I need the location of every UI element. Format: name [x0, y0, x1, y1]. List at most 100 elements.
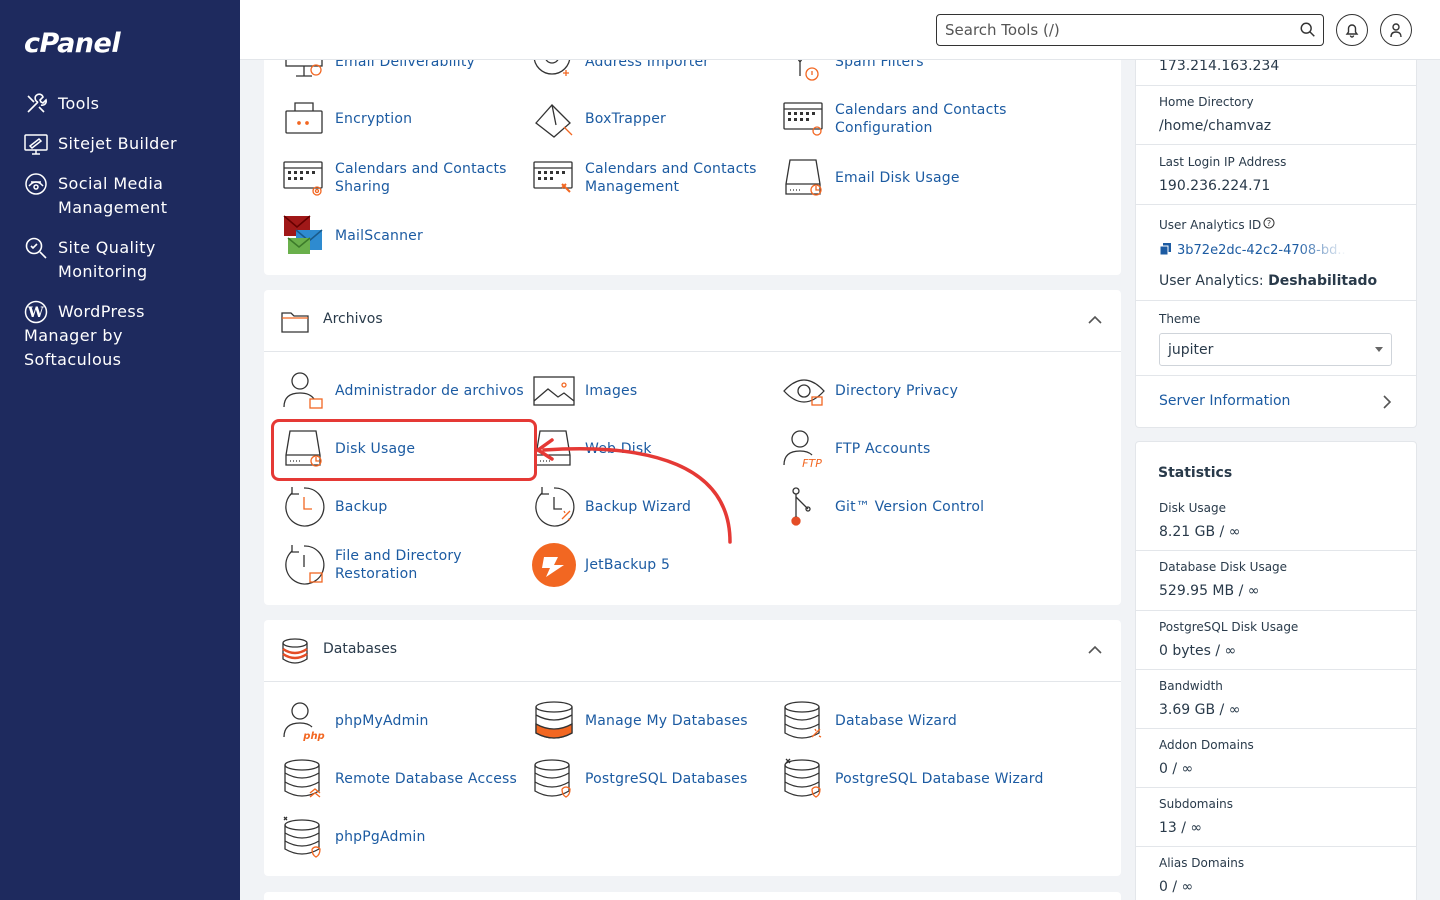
user-icon: [1390, 23, 1402, 38]
tool-git-version-control[interactable]: Git™ Version Control: [782, 485, 984, 529]
tool-label: Backup: [335, 499, 388, 515]
tool-phppgadmin[interactable]: phpPgAdmin: [282, 815, 426, 859]
stat-row: Disk Usage 8.21 GB / ∞: [1136, 492, 1416, 551]
tool-label: Git™ Version Control: [835, 499, 985, 515]
chevron-up-icon[interactable]: [1087, 312, 1103, 328]
remote-database-icon: [284, 759, 321, 798]
analytics-row: User Analytics ID ? 3b72e2dc-42c2-4708-b…: [1136, 205, 1416, 301]
tool-postgresql-databases[interactable]: PostgreSQL Databases: [532, 757, 748, 801]
shared-ip-value: 173.214.163.234: [1159, 58, 1280, 74]
sidebar-item-social-media[interactable]: Social Media Management: [24, 172, 224, 220]
annotation-arrow: [536, 438, 732, 544]
mailscanner-icon: [283, 215, 323, 254]
social-media-icon: [25, 173, 47, 195]
sidebar: cPanel Tools Sitejet Builder Social Medi…: [0, 0, 240, 900]
server-information-label: Server Information: [1159, 393, 1291, 409]
stat-value: 0 / ∞: [1159, 761, 1194, 777]
stat-label: Bandwidth: [1159, 679, 1223, 693]
copy-icon[interactable]: [1160, 243, 1171, 255]
tool-label: Administrador de archivos: [335, 383, 524, 399]
databases-section: Databases php phpMyAdmin Manage My Datab…: [264, 620, 1121, 876]
tool-calendar-sharing[interactable]: Calendars and Contacts Sharing: [282, 156, 507, 200]
tool-label: phpPgAdmin: [335, 829, 426, 845]
analytics-id-value[interactable]: 3b72e2dc-42c2-4708-bd...: [1177, 243, 1347, 258]
bell-icon: [1345, 24, 1359, 38]
stat-row: Bandwidth 3.69 GB / ∞: [1136, 670, 1416, 729]
home-directory-row: Home Directory /home/chamvaz: [1136, 86, 1416, 145]
notifications-button[interactable]: [1336, 14, 1368, 46]
tool-label: Encryption: [335, 111, 413, 127]
search-input[interactable]: [937, 15, 1277, 45]
tool-file-restoration[interactable]: File and Directory Restoration: [282, 543, 462, 587]
calendar-management-icon: [533, 161, 573, 193]
sidebar-item-label: Sitejet Builder: [58, 134, 177, 153]
stat-label: Alias Domains: [1159, 856, 1245, 870]
sidebar-item-sitejet[interactable]: Sitejet Builder: [24, 132, 224, 156]
theme-row: Theme jupiter: [1136, 301, 1416, 376]
chevron-up-icon[interactable]: [1087, 642, 1103, 658]
caret-down-icon: [1375, 347, 1383, 352]
tool-label: Calendars and Contacts Configuration: [835, 102, 1007, 136]
stat-row: Database Disk Usage 529.95 MB / ∞: [1136, 551, 1416, 611]
tool-label: JetBackup 5: [585, 557, 671, 573]
tool-label: MailScanner: [335, 228, 423, 244]
tool-file-manager[interactable]: Administrador de archivos: [282, 369, 524, 413]
tool-mailscanner[interactable]: MailScanner: [282, 214, 423, 258]
chevron-right-icon: [1383, 395, 1392, 409]
cpanel-logo[interactable]: cPanel: [24, 28, 121, 59]
tool-manage-databases[interactable]: Manage My Databases: [532, 699, 748, 743]
files-section-header[interactable]: Archivos: [264, 290, 1121, 352]
tool-label: phpMyAdmin: [335, 713, 429, 729]
search-box: [936, 14, 1324, 46]
stat-label: Subdomains: [1159, 797, 1234, 811]
tool-ftp-accounts[interactable]: FTP FTP Accounts: [782, 427, 930, 471]
tool-label: PostgreSQL Databases: [585, 771, 748, 787]
tool-calendar-management[interactable]: Calendars and Contacts Management: [532, 156, 757, 200]
stat-label: PostgreSQL Disk Usage: [1159, 620, 1299, 634]
analytics-status-row: User Analytics: Deshabilitado: [1159, 273, 1377, 289]
tool-database-wizard[interactable]: Database Wizard: [782, 699, 957, 743]
sidebar-item-wordpress[interactable]: W WordPress Manager by Softaculous: [24, 300, 224, 372]
sidebar-nav: Tools Sitejet Builder Social Media Manag…: [24, 92, 224, 388]
stat-row: Alias Domains 0 / ∞: [1136, 847, 1416, 900]
tool-backup[interactable]: Backup: [282, 485, 388, 529]
stat-row: PostgreSQL Disk Usage 0 bytes / ∞: [1136, 611, 1416, 670]
sidebar-item-tools[interactable]: Tools: [24, 92, 224, 116]
tool-calendar-config[interactable]: Calendars and Contacts Configuration: [782, 97, 1007, 141]
last-login-row: Last Login IP Address 190.236.224.71: [1136, 145, 1416, 205]
tool-remote-database[interactable]: Remote Database Access: [282, 757, 517, 801]
tool-phpmyadmin[interactable]: php phpMyAdmin: [282, 699, 429, 743]
sidebar-item-site-quality[interactable]: Site Quality Monitoring: [24, 236, 224, 284]
wordpress-icon: W: [24, 300, 48, 324]
annotation-highlight: [271, 419, 537, 481]
help-icon[interactable]: ?: [1263, 217, 1275, 229]
databases-section-header[interactable]: Databases: [264, 620, 1121, 682]
tool-label: FTP Accounts: [835, 441, 931, 457]
tool-postgresql-wizard[interactable]: PostgreSQL Database Wizard: [782, 757, 1044, 801]
phppgadmin-icon: [283, 816, 321, 858]
manage-databases-icon: [535, 701, 573, 739]
tool-directory-privacy[interactable]: Directory Privacy: [782, 369, 958, 413]
tool-email-disk-usage[interactable]: Email Disk Usage: [782, 156, 960, 200]
theme-label: Theme: [1159, 312, 1201, 326]
user-menu-button[interactable]: [1380, 14, 1412, 46]
theme-select[interactable]: jupiter: [1159, 333, 1392, 366]
stat-value: 8.21 GB / ∞: [1159, 524, 1241, 540]
section-title: Databases: [323, 641, 398, 657]
sidebar-item-label: Social Media Management: [58, 174, 168, 217]
svg-text:W: W: [27, 305, 44, 321]
database-wizard-icon: [784, 701, 822, 739]
tool-label: Calendars and Contacts Sharing: [335, 161, 507, 195]
tool-boxtrapper[interactable]: BoxTrapper: [532, 97, 666, 141]
restoration-icon: [285, 545, 325, 585]
tool-label: Directory Privacy: [835, 383, 959, 399]
sidebar-item-label: Tools: [58, 94, 100, 113]
folder-icon: [281, 312, 309, 333]
server-information-link[interactable]: Server Information: [1136, 376, 1416, 428]
statistics-panel: Statistics Disk Usage 8.21 GB / ∞ Databa…: [1135, 441, 1417, 900]
tool-encryption[interactable]: Encryption: [282, 97, 412, 141]
tool-images[interactable]: Images: [532, 369, 637, 413]
encryption-icon: [285, 102, 323, 134]
database-icon: [282, 638, 308, 664]
search-icon[interactable]: [1299, 21, 1317, 39]
